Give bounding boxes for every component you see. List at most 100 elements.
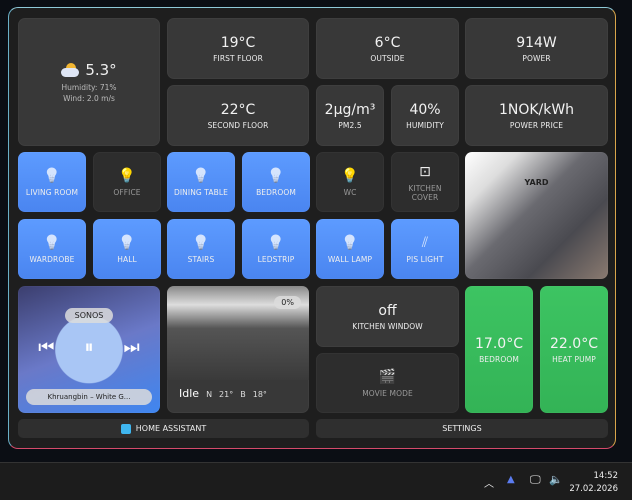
sensor-label: POWER PRICE: [509, 120, 564, 130]
light-label: STAIRS: [187, 255, 215, 264]
light-label: LIVING ROOM: [25, 188, 79, 197]
light-tile[interactable]: 💡 HALL: [93, 219, 161, 279]
sensor-tile[interactable]: 914W POWER: [465, 18, 608, 79]
sensor-value: 22°C: [220, 101, 256, 118]
home-assistant-button[interactable]: HOME ASSISTANT: [18, 419, 309, 438]
sonos-track: Khruangbin – White G...: [26, 389, 152, 405]
vacuum-n-label: N: [206, 390, 213, 399]
sensor-value: 40%: [409, 101, 441, 118]
clock[interactable]: 14:52 27.02.2026: [569, 470, 618, 496]
sensor-label: OUTSIDE: [370, 53, 405, 63]
sonos-name: SONOS: [64, 308, 114, 323]
sensor-tile[interactable]: 19°C FIRST FLOOR: [167, 18, 309, 79]
vacuum-card[interactable]: 0% Idle N 21° B 18°: [167, 286, 309, 413]
sensor-tile[interactable]: 40% HUMIDITY: [391, 85, 459, 146]
light-tile[interactable]: 💡 BEDROOM: [242, 152, 310, 212]
partly-cloudy-icon: [61, 63, 80, 77]
weather-card[interactable]: 5.3° Humidity: 71% Wind: 2.0 m/s: [18, 18, 160, 146]
climate-bedroom[interactable]: 17.0°C BEDROOM: [465, 286, 533, 413]
network-icon[interactable]: 🖵: [530, 473, 541, 487]
sensor-tile[interactable]: 1NOK/kWh POWER PRICE: [465, 85, 608, 146]
vacuum-state: Idle: [179, 387, 200, 400]
bulb-icon: 💡: [118, 168, 136, 184]
climate-value: 17.0°C: [475, 335, 523, 352]
home-assistant-label: HOME ASSISTANT: [135, 424, 207, 433]
light-label: PIS LIGHT: [406, 255, 444, 264]
sensor-value: 19°C: [220, 34, 256, 51]
bulb-icon: 💡: [118, 235, 136, 251]
light-label: WARDROBE: [29, 255, 75, 264]
light-tile[interactable]: 💡 LIVING ROOM: [18, 152, 86, 212]
triangle-app-icon[interactable]: ▲: [507, 474, 515, 485]
sensor-label: PM2.5: [338, 120, 362, 130]
light-label: BEDROOM: [256, 188, 296, 197]
climate-heat-pump[interactable]: 22.0°C HEAT PUMP: [540, 286, 608, 413]
yard-label: YARD: [524, 178, 549, 187]
sensor-value: 1NOK/kWh: [498, 101, 575, 118]
bulb-icon: 💡: [192, 235, 210, 251]
sensor-label: FIRST FLOOR: [213, 53, 263, 63]
light-label: WALL LAMP: [327, 255, 373, 264]
clapperboard-icon: 🎬: [378, 369, 397, 385]
light-label: OFFICE: [113, 188, 141, 197]
bulb-icon: 💡: [43, 168, 61, 184]
pause-icon[interactable]: ⏸: [85, 337, 94, 358]
light-tile[interactable]: ⫽ PIS LIGHT: [391, 219, 459, 279]
vacuum-n-value: 21°: [219, 390, 234, 399]
weather-wind: Wind: 2.0 m/s: [63, 94, 115, 103]
sensor-tile[interactable]: 22°C SECOND FLOOR: [167, 85, 309, 146]
light-label: KITCHEN COVER: [408, 183, 442, 202]
movie-mode-tile[interactable]: 🎬 MOVIE MODE: [316, 353, 459, 413]
settings-button[interactable]: SETTINGS: [316, 419, 608, 438]
clock-date: 27.02.2026: [569, 484, 618, 494]
yard-camera[interactable]: YARD: [465, 152, 608, 279]
sensor-tile[interactable]: 6°C OUTSIDE: [316, 18, 459, 79]
kitchen-window-value: off: [378, 302, 397, 319]
volume-icon[interactable]: 🔈: [549, 473, 563, 486]
light-label: DINING TABLE: [173, 188, 228, 197]
kitchen-window-label: KITCHEN WINDOW: [352, 321, 423, 331]
previous-icon[interactable]: ⏮: [38, 337, 54, 358]
taskbar: ︿ ▲ 🖵 🔈 14:52 27.02.2026: [0, 462, 632, 500]
cover-icon: ⊡: [419, 163, 431, 180]
sensor-label: SECOND FLOOR: [207, 120, 269, 130]
clock-time: 14:52: [593, 471, 619, 481]
sensor-value: 2µg/m³: [324, 101, 376, 118]
weather-temp: 5.3°: [85, 61, 117, 79]
light-label: WC: [343, 188, 357, 197]
kitchen-window-tile[interactable]: off KITCHEN WINDOW: [316, 286, 459, 347]
bulb-icon: 💡: [267, 168, 285, 184]
light-tile[interactable]: 💡 WARDROBE: [18, 219, 86, 279]
led-strip-icon: ⫽: [421, 235, 429, 251]
home-assistant-icon: [120, 423, 131, 434]
vacuum-b-value: 18°: [252, 390, 267, 399]
light-tile[interactable]: 💡 WALL LAMP: [316, 219, 384, 279]
light-tile[interactable]: 💡 WC: [316, 152, 384, 212]
light-tile[interactable]: 💡 LEDSTRIP: [242, 219, 310, 279]
light-tile[interactable]: 💡 DINING TABLE: [167, 152, 235, 212]
sonos-player[interactable]: SONOS ⏮ ⏸ ⏭ Khruangbin – White G...: [18, 286, 160, 413]
bulb-icon: 💡: [43, 235, 61, 251]
vacuum-battery: 0%: [274, 296, 301, 309]
climate-label: HEAT PUMP: [552, 354, 596, 364]
sensor-value: 914W: [516, 34, 557, 51]
light-tile[interactable]: 💡 OFFICE: [93, 152, 161, 212]
settings-label: SETTINGS: [442, 424, 482, 433]
weather-humidity: Humidity: 71%: [61, 83, 117, 92]
light-tile[interactable]: ⊡ KITCHEN COVER: [391, 152, 459, 212]
bulb-icon: 💡: [341, 235, 359, 251]
climate-value: 22.0°C: [550, 335, 598, 352]
sensor-tile[interactable]: 2µg/m³ PM2.5: [316, 85, 384, 146]
climate-label: BEDROOM: [479, 354, 519, 364]
light-label: HALL: [117, 255, 137, 264]
bulb-icon: 💡: [267, 235, 285, 251]
bulb-icon: 💡: [192, 168, 210, 184]
sensor-value: 6°C: [374, 34, 401, 51]
bulb-icon: 💡: [341, 168, 359, 184]
next-icon[interactable]: ⏭: [124, 337, 140, 358]
movie-mode-label: MOVIE MODE: [362, 389, 413, 398]
sensor-label: HUMIDITY: [406, 120, 444, 130]
chevron-up-icon[interactable]: ︿: [484, 475, 494, 490]
light-tile[interactable]: 💡 STAIRS: [167, 219, 235, 279]
vacuum-b-label: B: [240, 390, 246, 399]
